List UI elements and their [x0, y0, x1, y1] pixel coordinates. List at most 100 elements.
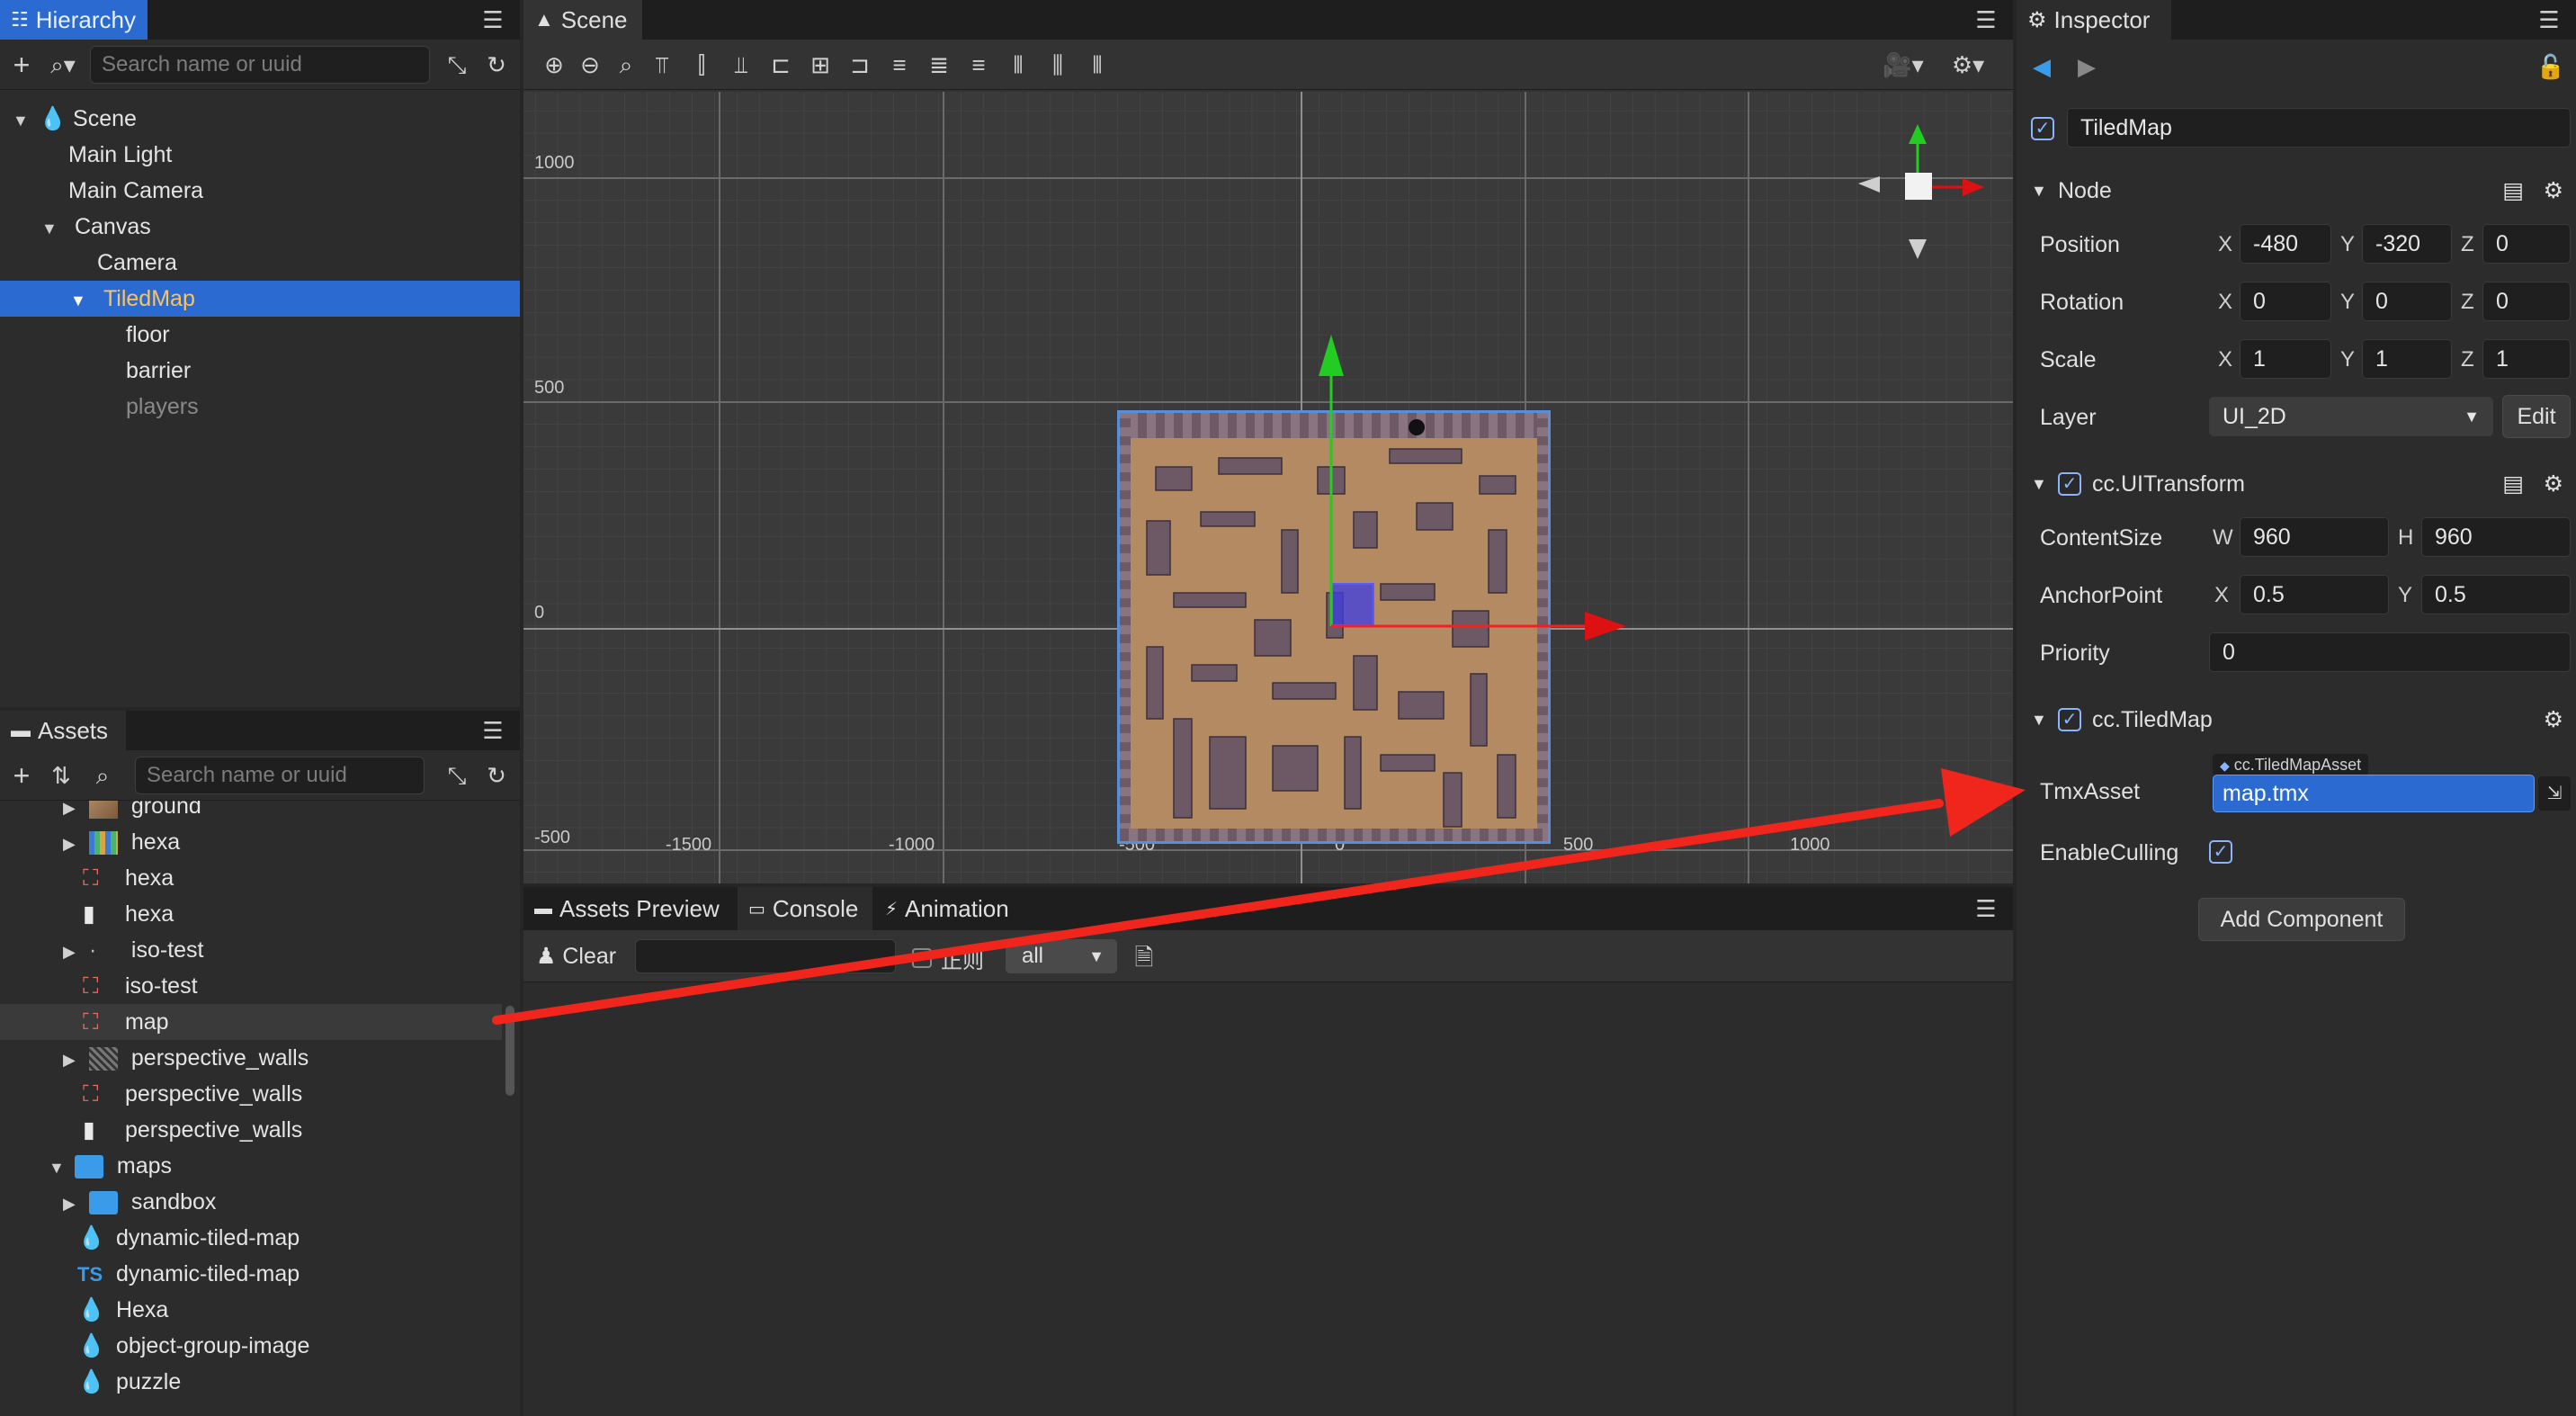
tree-item-scene[interactable]: ▼ 💧 Scene — [0, 101, 520, 137]
asset-item-dynamic-tiled-map-script[interactable]: TS dynamic-tiled-map — [0, 1256, 502, 1292]
tree-item-main-camera[interactable]: Main Camera — [0, 173, 520, 209]
tiledmap-sprite[interactable] — [1117, 410, 1551, 844]
tree-item-camera[interactable]: Camera — [0, 245, 520, 281]
section-node[interactable]: ▼ Node ▤ ⚙ — [2024, 169, 2576, 212]
distribute-right-icon[interactable]: ⫴ — [1081, 49, 1114, 81]
rotation-x-input[interactable]: 0 — [2240, 282, 2331, 321]
distribute-hcenter-icon[interactable]: ⫼ — [1042, 49, 1074, 81]
priority-input[interactable]: 0 — [2209, 632, 2571, 672]
asset-item-map[interactable]: ⛶ map — [0, 1004, 502, 1040]
add-node-icon[interactable]: + — [5, 49, 38, 81]
view-orientation-gizmo[interactable] — [1858, 124, 1984, 259]
search-type-icon[interactable]: ⌕▾ — [47, 49, 79, 81]
position-x-input[interactable]: -480 — [2240, 224, 2331, 264]
asset-item-perspective-walls-texture[interactable]: ▶ perspective_walls — [0, 1040, 502, 1076]
open-log-file-icon[interactable]: 🗎 — [1128, 941, 1160, 973]
asset-item-hexa-tmx[interactable]: ⛶ hexa — [0, 860, 502, 896]
help-book-icon[interactable]: ▤ — [2502, 462, 2524, 506]
tab-animation[interactable]: ⚡ Animation — [874, 887, 1036, 930]
distribute-left-icon[interactable]: ⫴ — [1002, 49, 1034, 81]
align-left-icon[interactable]: ⊏ — [765, 49, 797, 81]
align-right-icon[interactable]: ⊐ — [844, 49, 876, 81]
asset-item-perspective-walls-file[interactable]: ▮ perspective_walls — [0, 1112, 502, 1148]
content-size-w-input[interactable]: 960 — [2240, 517, 2389, 557]
section-tiledmap[interactable]: ▼ ✓ cc.TiledMap ⚙ — [2024, 698, 2576, 741]
hierarchy-search-input[interactable] — [90, 46, 430, 84]
position-y-input[interactable]: -320 — [2362, 224, 2452, 264]
console-filter-input[interactable] — [635, 939, 896, 973]
expand-caret-icon[interactable]: ▶ — [63, 934, 83, 970]
tree-item-tiledmap[interactable]: ▼ TiledMap — [0, 281, 520, 317]
asset-item-dynamic-tiled-map-scene[interactable]: 💧 dynamic-tiled-map — [0, 1220, 502, 1256]
component-settings-icon[interactable]: ⚙ — [2544, 698, 2563, 741]
asset-item-hexa-texture[interactable]: ▶ hexa — [0, 824, 502, 860]
distribute-bottom-icon[interactable]: ≡ — [962, 49, 995, 81]
zoom-in-icon[interactable]: ⊕ — [538, 49, 570, 81]
asset-item-sandbox-folder[interactable]: ▶ sandbox — [0, 1184, 502, 1220]
inspector-menu-icon[interactable]: ☰ — [2535, 5, 2563, 34]
tree-item-canvas[interactable]: ▼ Canvas — [0, 209, 520, 245]
asset-item-maps-folder[interactable]: ▼ maps — [0, 1148, 502, 1184]
tree-item-main-light[interactable]: Main Light — [0, 137, 520, 173]
tiledmap-enabled-checkbox[interactable]: ✓ — [2058, 708, 2081, 731]
expand-caret-icon[interactable]: ▼ — [41, 211, 61, 246]
rotation-y-input[interactable]: 0 — [2362, 282, 2452, 321]
scene-settings-icon[interactable]: ⚙▾ — [1945, 49, 1991, 81]
distribute-top-icon[interactable]: ≡ — [883, 49, 916, 81]
asset-item-perspective-walls-tmx[interactable]: ⛶ perspective_walls — [0, 1076, 502, 1112]
tab-inspector[interactable]: ⚙ Inspector — [2017, 0, 2171, 40]
tab-console[interactable]: ▭ Console — [738, 887, 872, 930]
assets-search-input[interactable] — [135, 757, 425, 794]
tab-hierarchy[interactable]: ☷ Hierarchy — [0, 0, 148, 40]
collapse-caret-icon[interactable]: ▼ — [2031, 462, 2047, 506]
asset-item-puzzle[interactable]: 💧 puzzle — [0, 1364, 502, 1400]
forward-arrow-icon[interactable]: ▶ — [2071, 50, 2103, 83]
uitransform-enabled-checkbox[interactable]: ✓ — [2058, 472, 2081, 496]
tab-assets-preview[interactable]: ▬ Assets Preview — [523, 887, 736, 930]
distribute-vcenter-icon[interactable]: ≣ — [923, 49, 955, 81]
enable-culling-checkbox[interactable]: ✓ — [2209, 840, 2232, 864]
asset-item-object-group-image[interactable]: 💧 object-group-image — [0, 1328, 502, 1364]
tab-scene[interactable]: ▲ Scene — [523, 0, 642, 40]
expand-caret-icon[interactable]: ▼ — [13, 103, 32, 139]
rotation-z-input[interactable]: 0 — [2482, 282, 2571, 321]
scale-x-input[interactable]: 1 — [2240, 339, 2331, 379]
node-active-checkbox[interactable]: ✓ — [2031, 117, 2054, 140]
asset-item-ground[interactable]: ▶ ground — [0, 801, 502, 824]
sort-icon[interactable]: ⇅ — [45, 759, 77, 792]
expand-caret-icon[interactable]: ▼ — [70, 282, 90, 318]
help-book-icon[interactable]: ▤ — [2502, 169, 2524, 212]
hierarchy-menu-icon[interactable]: ☰ — [479, 5, 507, 34]
component-settings-icon[interactable]: ⚙ — [2544, 462, 2563, 506]
asset-item-hexa-scene[interactable]: 💧 Hexa — [0, 1292, 502, 1328]
align-bottom-icon[interactable]: ⫫ — [725, 49, 757, 81]
asset-item-iso-test-texture[interactable]: ▶ · iso-test — [0, 932, 502, 968]
asset-item-hexa-file[interactable]: ▮ hexa — [0, 896, 502, 932]
collapse-caret-icon[interactable]: ▼ — [2031, 169, 2047, 212]
refresh-icon[interactable]: ↻ — [480, 759, 513, 792]
tmx-asset-field[interactable]: map.tmx — [2213, 775, 2535, 812]
tree-item-players[interactable]: players — [0, 389, 520, 425]
collapse-caret-icon[interactable]: ▼ — [2031, 698, 2047, 741]
assets-menu-icon[interactable]: ☰ — [479, 716, 507, 745]
assets-scrollbar[interactable] — [505, 1006, 514, 1096]
selection-anchor[interactable] — [1331, 583, 1374, 626]
asset-item-iso-test-tmx[interactable]: ⛶ iso-test — [0, 968, 502, 1004]
log-level-select[interactable]: all ▼ — [1006, 939, 1117, 973]
scale-y-input[interactable]: 1 — [2362, 339, 2452, 379]
scale-z-input[interactable]: 1 — [2482, 339, 2571, 379]
refresh-icon[interactable]: ↻ — [480, 49, 513, 81]
regex-checkbox[interactable] — [912, 948, 932, 968]
console-menu-icon[interactable]: ☰ — [1972, 894, 2000, 923]
layer-select[interactable]: UI_2D ▼ — [2209, 397, 2493, 436]
tree-item-barrier[interactable]: barrier — [0, 353, 520, 389]
zoom-reset-icon[interactable]: ⌕ — [610, 49, 642, 81]
scene-menu-icon[interactable]: ☰ — [1972, 5, 2000, 34]
align-vcenter-icon[interactable]: ⫿ — [685, 49, 718, 81]
tab-assets[interactable]: ▬ Assets — [0, 711, 126, 750]
camera-view-icon[interactable]: 🎥▾ — [1880, 49, 1927, 81]
layer-edit-button[interactable]: Edit — [2502, 395, 2571, 438]
asset-locate-icon[interactable]: ⇲ — [2538, 776, 2571, 811]
anchor-x-input[interactable]: 0.5 — [2240, 575, 2389, 614]
expand-caret-icon[interactable]: ▶ — [63, 1042, 83, 1078]
